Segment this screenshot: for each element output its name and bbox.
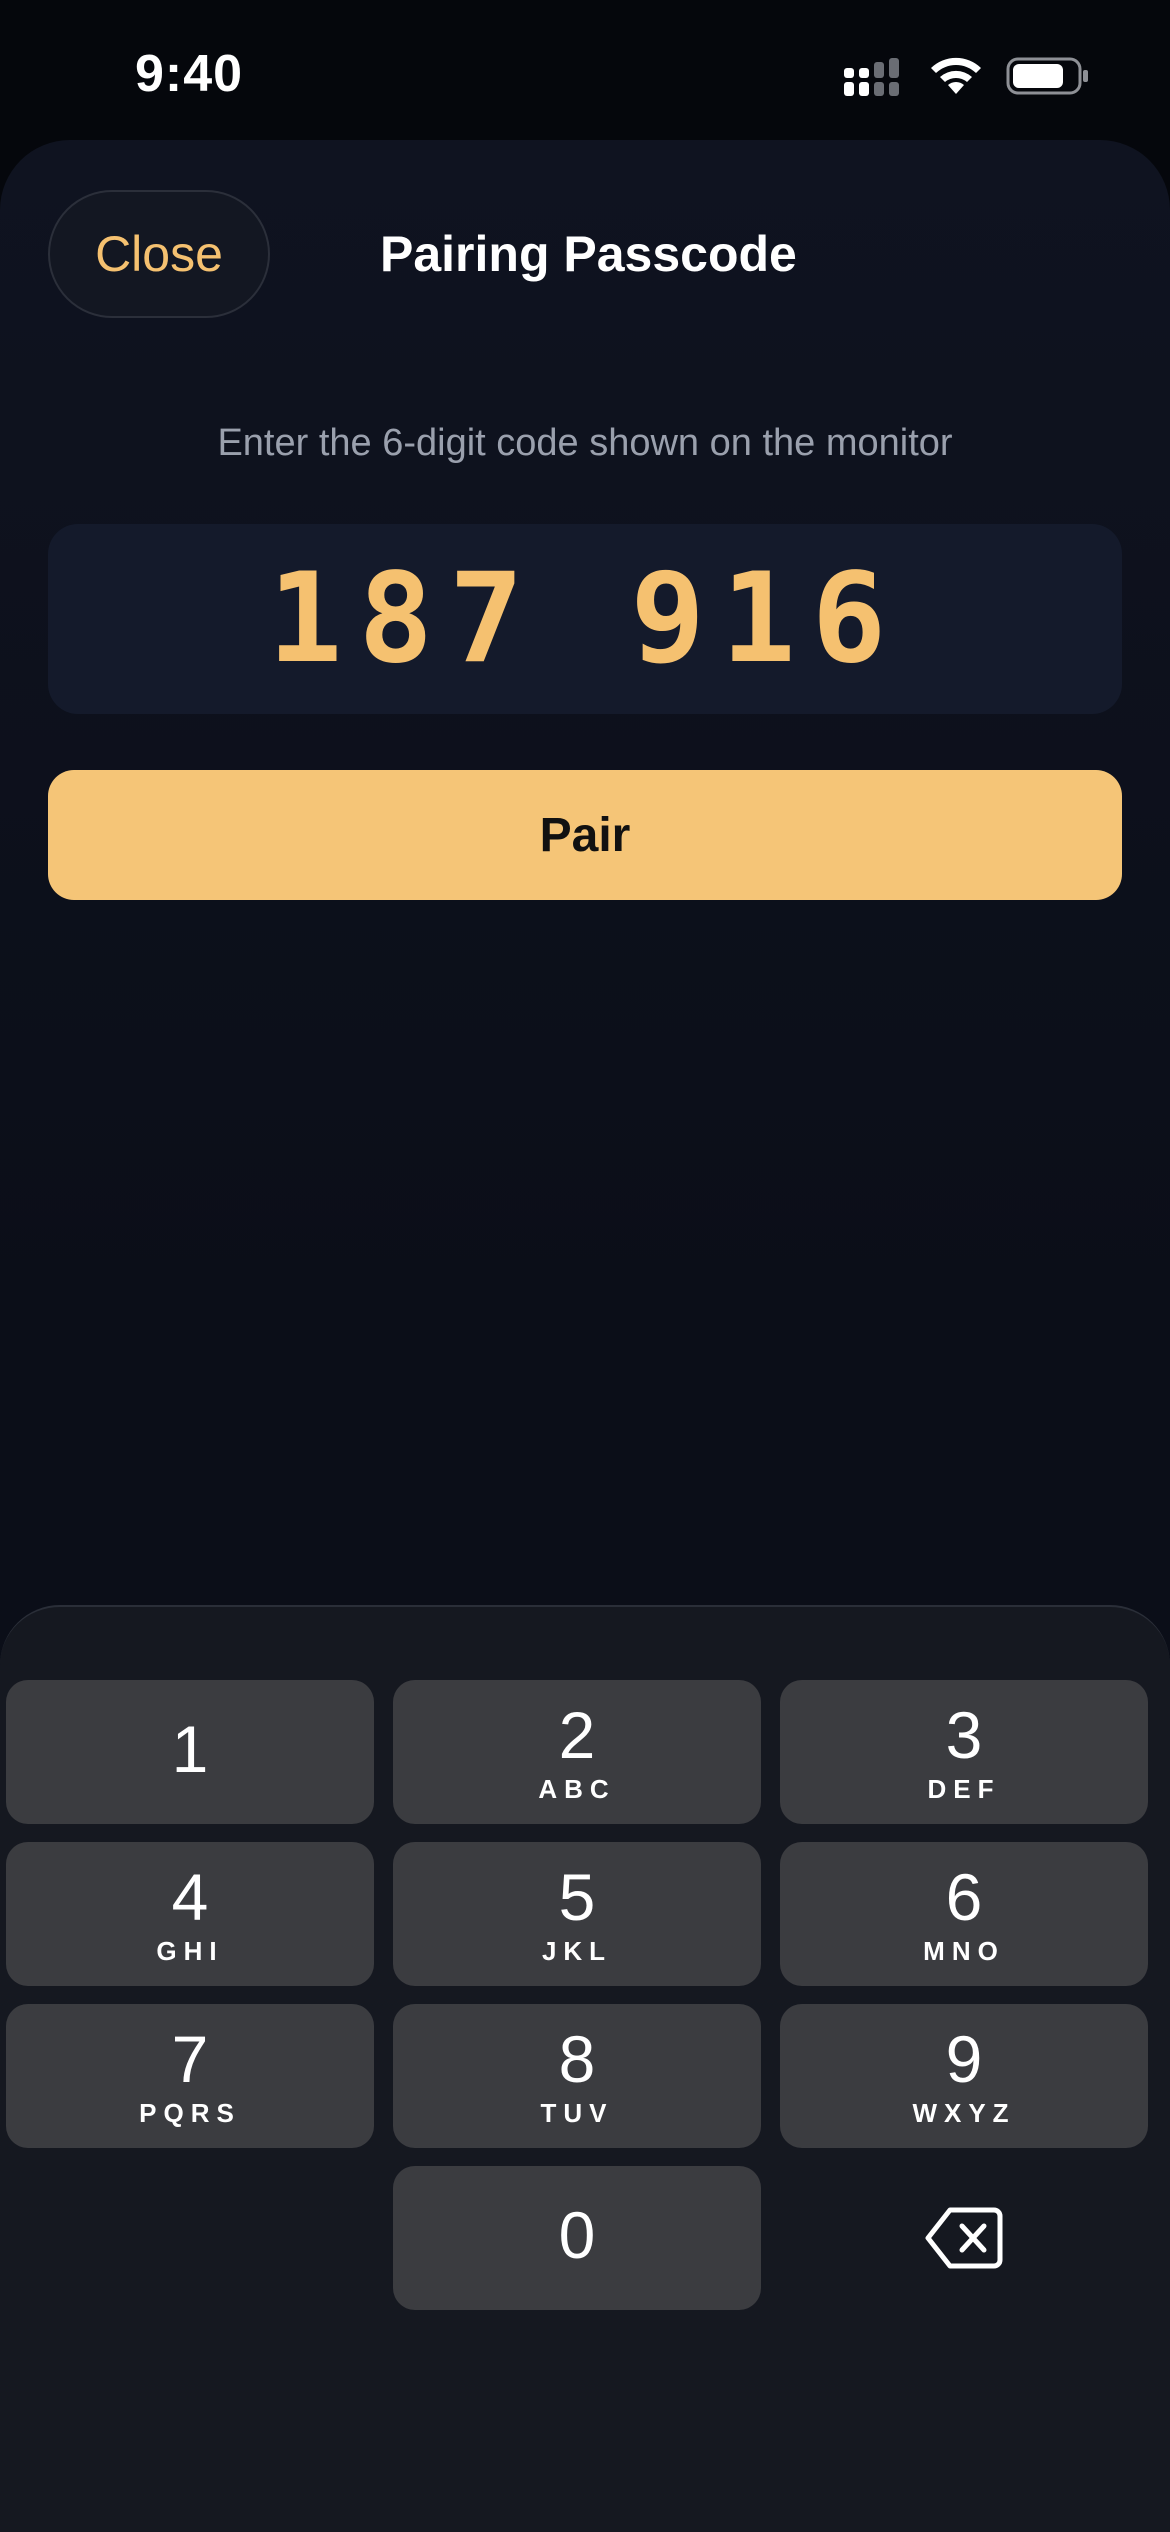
key-letters: PQRS bbox=[139, 2097, 241, 2128]
key-5[interactable]: 5 JKL bbox=[393, 1842, 761, 1986]
key-7[interactable]: 7 PQRS bbox=[6, 2004, 374, 2148]
key-digit: 8 bbox=[558, 2021, 596, 2096]
key-2[interactable]: 2 ABC bbox=[393, 1680, 761, 1824]
key-digit: 5 bbox=[558, 1859, 596, 1934]
status-time: 9:40 bbox=[135, 45, 244, 103]
key-9[interactable]: 9 WXYZ bbox=[780, 2004, 1148, 2148]
passcode-field[interactable]: 187 916 bbox=[48, 524, 1122, 714]
key-6[interactable]: 6 MNO bbox=[780, 1842, 1148, 1986]
wifi-icon bbox=[928, 56, 984, 101]
backspace-button[interactable] bbox=[780, 2166, 1148, 2310]
key-3[interactable]: 3 DEF bbox=[780, 1680, 1148, 1824]
battery-icon bbox=[1006, 56, 1090, 101]
key-digit: 6 bbox=[945, 1859, 983, 1934]
key-letters: DEF bbox=[927, 1773, 1001, 1804]
key-8[interactable]: 8 TUV bbox=[393, 2004, 761, 2148]
key-digit: 9 bbox=[945, 2021, 983, 2096]
key-digit: 1 bbox=[171, 1712, 209, 1786]
key-digit: 7 bbox=[171, 2021, 209, 2096]
key-letters: TUV bbox=[540, 2097, 614, 2128]
passcode-value: 187 916 bbox=[267, 547, 903, 691]
key-1[interactable]: 1 bbox=[6, 1680, 374, 1824]
status-bar: 9:40 bbox=[0, 0, 1170, 140]
instruction-text: Enter the 6-digit code shown on the moni… bbox=[217, 422, 953, 464]
key-4[interactable]: 4 GHI bbox=[6, 1842, 374, 1986]
key-letters: JKL bbox=[541, 1935, 613, 1966]
key-letters: WXYZ bbox=[912, 2097, 1016, 2128]
key-digit: 3 bbox=[945, 1697, 983, 1772]
key-letters: MNO bbox=[923, 1935, 1005, 1966]
key-letters: GHI bbox=[156, 1935, 224, 1966]
delete-left-icon bbox=[925, 2207, 1003, 2269]
pair-button[interactable]: Pair bbox=[48, 770, 1122, 900]
key-0[interactable]: 0 bbox=[393, 2166, 761, 2310]
sheet-title: Pairing Passcode bbox=[380, 226, 797, 282]
screen: 9:40 Close Pairing Passcode Enter the 6-… bbox=[0, 0, 1170, 2532]
cellular-signal-icon bbox=[844, 57, 906, 98]
close-button[interactable]: Close bbox=[48, 190, 270, 318]
status-icons bbox=[844, 56, 1090, 101]
key-digit: 0 bbox=[558, 2198, 596, 2272]
key-digit: 4 bbox=[171, 1859, 209, 1934]
key-letters: ABC bbox=[538, 1773, 616, 1804]
numeric-keypad: 1 2 ABC 3 DEF 4 GHI 5 JKL 6 MNO 7 PQRS 8… bbox=[0, 1605, 1170, 2532]
key-digit: 2 bbox=[558, 1697, 596, 1772]
